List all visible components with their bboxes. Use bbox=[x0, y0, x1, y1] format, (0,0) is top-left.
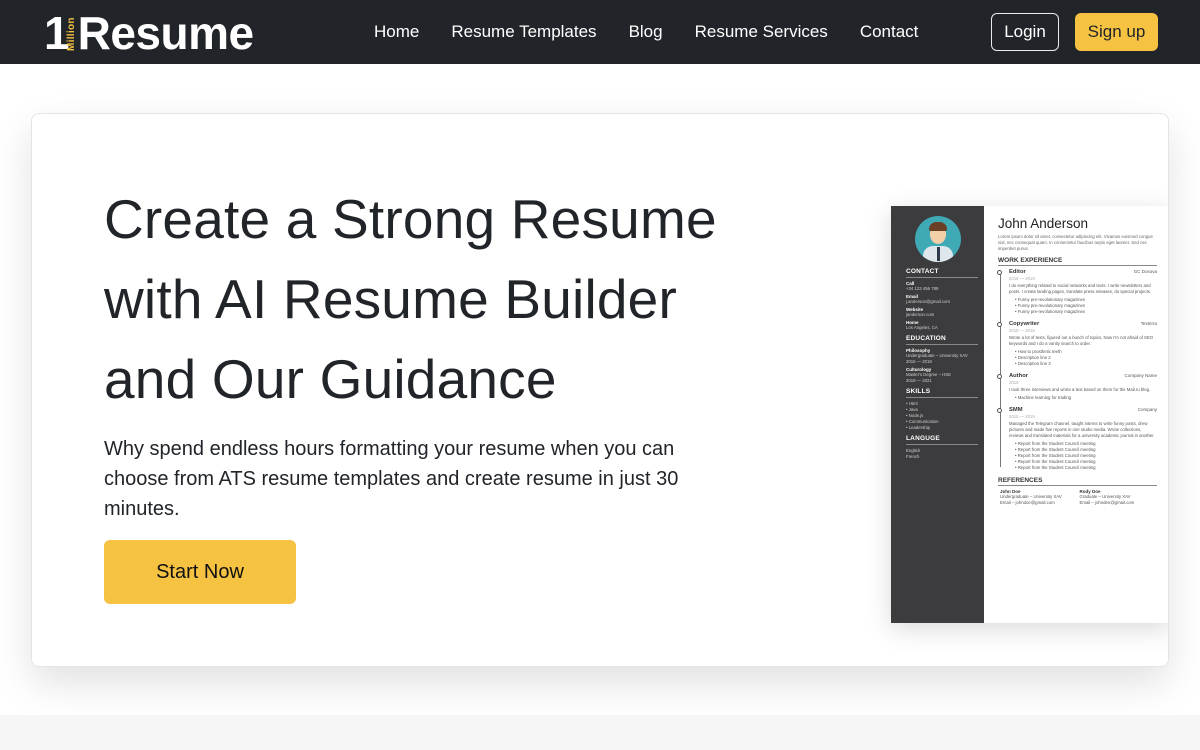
logo-resume: Resume bbox=[77, 7, 254, 59]
reference-line: Email – johndoe@gmail.com bbox=[1000, 500, 1055, 505]
timeline-dot-icon bbox=[997, 270, 1002, 275]
logo-one: 1 bbox=[44, 7, 70, 59]
nav-links: Home Resume Templates Blog Resume Servic… bbox=[374, 0, 950, 64]
hero-title-line: and Our Guidance bbox=[104, 348, 557, 410]
job-bullets: Report from the Student Council meetingR… bbox=[1009, 441, 1157, 471]
education-list: Philosophy Undergraduate – University XAV… bbox=[906, 348, 978, 384]
hero-title-line: with AI Resume Builder bbox=[104, 268, 677, 330]
job-title: Author bbox=[1009, 373, 1028, 379]
timeline-dot-icon bbox=[997, 408, 1002, 413]
nav-link-home[interactable]: Home bbox=[374, 22, 419, 42]
reference-entry: Rody Doe Graduate – University XAV Email –… bbox=[1078, 489, 1158, 506]
hero-title: Create a Strong Resume with AI Resume Bu… bbox=[104, 179, 804, 419]
job-company: Company Name bbox=[1124, 373, 1157, 378]
hero-title-line: Create a Strong Resume bbox=[104, 188, 717, 250]
job-dates: 2015 — 2019 bbox=[1009, 414, 1035, 419]
job-dates: 2018 — 2019 bbox=[1009, 276, 1035, 281]
job-title: Editor bbox=[1009, 269, 1026, 275]
timeline-dot-icon bbox=[997, 374, 1002, 379]
signup-button[interactable]: Sign up bbox=[1075, 13, 1158, 51]
job-description: I do everything related to social networ… bbox=[1009, 283, 1152, 294]
job-company: Company bbox=[1137, 407, 1157, 412]
resume-sidebar: CONTACT Call +34 123 456 789 Email j.anders… bbox=[891, 206, 984, 623]
skills-heading: SKILLS bbox=[906, 388, 978, 398]
contact-value: janderson.com bbox=[906, 312, 935, 317]
skills-list: HtmlJavaNode.jsCommunicationLeadership bbox=[906, 401, 978, 431]
job-header: Author Company Name bbox=[1009, 373, 1157, 379]
logo-link[interactable]: 1 Million Resume bbox=[44, 6, 254, 56]
resume-name: John Anderson bbox=[998, 216, 1089, 231]
language-item: French bbox=[906, 454, 920, 459]
timeline-dot-icon bbox=[997, 322, 1002, 327]
reference-line: Email – johnden@gmail.com bbox=[1079, 500, 1135, 505]
job-dates: 2019 bbox=[1009, 380, 1019, 385]
job-bullet: Description line 3 bbox=[1015, 361, 1157, 367]
hero-description: Why spend endless hours formatting your … bbox=[104, 438, 679, 520]
job-description: Wrote a lot of texts, figured out a bunc… bbox=[1009, 335, 1154, 346]
job-bullet: Machine learning for trading bbox=[1015, 395, 1157, 401]
job-company: Texterra bbox=[1140, 321, 1157, 326]
job-dates: 2018 — 2019 bbox=[1009, 328, 1035, 333]
job-entry: Editor GC Dosova 2018 — 2019 I do everythin… bbox=[997, 269, 1157, 315]
job-description: Managed the Telegram channel, taught int… bbox=[1009, 421, 1154, 438]
education-line: 2015 — 2019 bbox=[906, 359, 932, 364]
references-list: John Doe Undergraduate – University XAV Em… bbox=[998, 489, 1157, 506]
login-button[interactable]: Login bbox=[991, 13, 1059, 51]
job-description: I took three interviews and wrote a text… bbox=[1009, 387, 1151, 392]
contact-list: Call +34 123 456 789 Email j.anderson@gmail… bbox=[906, 281, 978, 331]
nav-link-contact[interactable]: Contact bbox=[860, 22, 919, 42]
logo-million: Million bbox=[65, 17, 77, 51]
job-bullets: Machine learning for trading bbox=[1009, 395, 1157, 401]
contact-heading: CONTACT bbox=[906, 268, 978, 278]
reference-entry: John Doe Undergraduate – University XAV Em… bbox=[998, 489, 1078, 506]
job-header: SMM Company bbox=[1009, 407, 1157, 413]
nav-link-resume-services[interactable]: Resume Services bbox=[695, 22, 828, 42]
nav-link-blog[interactable]: Blog bbox=[629, 22, 663, 42]
job-entry: Author Company Name 2019 I took three inter… bbox=[997, 373, 1157, 401]
navbar: 1 Million Resume Home Resume Templates B… bbox=[0, 0, 1200, 64]
job-entry: Copywriter Texterra 2018 — 2019 Wrote a lot… bbox=[997, 321, 1157, 367]
job-bullets: How to prosthetic teethDescription line … bbox=[1009, 349, 1157, 367]
job-entry: SMM Company 2015 — 2019 Managed the Telegra… bbox=[997, 407, 1157, 471]
skill-item: Leadership bbox=[906, 425, 978, 431]
next-section-band bbox=[0, 715, 1200, 750]
resume-preview: CONTACT Call +34 123 456 789 Email j.anders… bbox=[891, 206, 1168, 623]
job-header: Copywriter Texterra bbox=[1009, 321, 1157, 327]
work-heading: WORK EXPERIENCE bbox=[998, 257, 1157, 266]
jobs-list: Editor GC Dosova 2018 — 2019 I do everythin… bbox=[997, 269, 1157, 471]
job-company: GC Dosova bbox=[1133, 269, 1157, 274]
language-list: English French bbox=[906, 448, 978, 460]
job-title: SMM bbox=[1009, 407, 1023, 413]
job-header: Editor GC Dosova bbox=[1009, 269, 1157, 275]
job-bullet: Funny pre-revolutionary magazines bbox=[1015, 309, 1157, 315]
avatar bbox=[915, 216, 961, 262]
contact-value: Los Angeles, CA bbox=[906, 325, 938, 330]
education-heading: EDUCATION bbox=[906, 335, 978, 345]
language-heading: LANGUGE bbox=[906, 435, 978, 445]
job-bullets: Funny pre-revolutionary magazinesFunny p… bbox=[1009, 297, 1157, 315]
job-bullet: Report from the Student Council meeting bbox=[1015, 465, 1157, 471]
contact-value: j.anderson@gmail.com bbox=[906, 299, 951, 304]
contact-value: +34 123 456 789 bbox=[906, 286, 939, 291]
hero-card: Create a Strong Resume with AI Resume Bu… bbox=[31, 113, 1169, 667]
references-heading: REFERENCES bbox=[998, 477, 1157, 486]
job-title: Copywriter bbox=[1009, 321, 1040, 327]
start-now-button[interactable]: Start Now bbox=[104, 540, 296, 604]
nav-link-resume-templates[interactable]: Resume Templates bbox=[451, 22, 596, 42]
education-line: 2019 — 2021 bbox=[906, 378, 932, 383]
resume-main: John Anderson Lorem ipsum dolor sit amet… bbox=[984, 206, 1168, 623]
resume-intro: Lorem ipsum dolor sit amet, consectetur … bbox=[998, 234, 1153, 251]
